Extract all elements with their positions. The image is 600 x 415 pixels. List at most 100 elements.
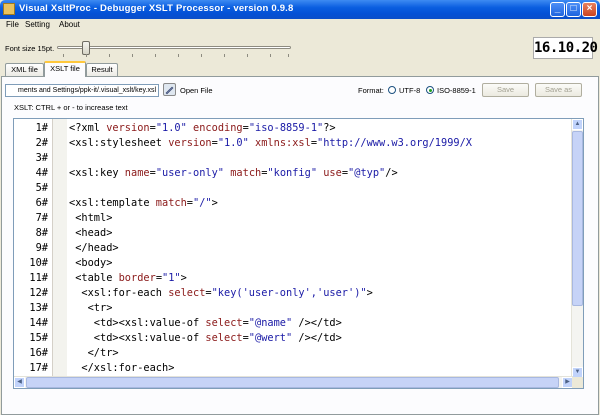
menu-file[interactable]: File [6, 20, 19, 29]
hint-text: XSLT: CTRL + or - to increase text [14, 103, 128, 112]
minimize-button[interactable]: _ [550, 2, 565, 17]
scrollbar-corner [572, 377, 583, 388]
save-as-button[interactable]: Save as [535, 83, 582, 97]
line-number: 7# [35, 212, 48, 224]
code-token: "iso-8859-1" [248, 122, 324, 134]
code-line: <?xml version="1.0" encoding="iso-8859-1… [69, 121, 336, 136]
code-token: match [155, 197, 187, 209]
title-bar[interactable]: Visual XsltProc - Debugger XSLT Processo… [0, 0, 600, 19]
line-number: 8# [35, 227, 48, 239]
iso-8859-1-radio[interactable] [426, 86, 434, 94]
vertical-scroll-thumb[interactable] [572, 131, 583, 306]
code-token: "konfig" [267, 167, 318, 179]
code-token: <xsl:template [69, 197, 156, 209]
code-token: xmlns:xsl [255, 137, 311, 149]
slider-ticks [63, 54, 289, 58]
code-token: /></td> [292, 332, 342, 344]
horizontal-scrollbar[interactable]: ◀ ▶ [14, 376, 573, 388]
app-icon [3, 3, 15, 15]
code-token: "@name" [248, 317, 293, 329]
code-token: version [168, 137, 212, 149]
line-number-gutter: 1# 2# 3# 4# 5# 6# 7# 8# 9# 10# 11# 12# 13# 14# 15# 16# 1… [14, 119, 54, 388]
open-file-icon[interactable] [163, 83, 176, 96]
code-line: <html> [69, 211, 112, 226]
code-token: border [118, 272, 156, 284]
code-token: "user-only" [155, 167, 225, 179]
code-token: "1.0" [217, 137, 249, 149]
line-number: 6# [35, 197, 48, 209]
code-token: name [124, 167, 150, 179]
font-size-slider[interactable] [57, 46, 291, 49]
code-line: <xsl:for-each select="key('user-only','u… [69, 286, 373, 301]
clock-display: 16.10.20 [533, 37, 598, 59]
menu-about[interactable]: About [59, 20, 80, 29]
code-token: <xsl:for-each [69, 287, 169, 299]
menu-setting[interactable]: Setting [25, 20, 50, 29]
save-button[interactable]: Save [482, 83, 529, 97]
font-size-slider-thumb[interactable] [82, 41, 90, 55]
horizontal-scroll-thumb[interactable] [26, 377, 559, 388]
line-number: 3# [35, 152, 48, 164]
maximize-icon: □ [570, 3, 577, 14]
xslt-editor[interactable]: 1# 2# 3# 4# 5# 6# 7# 8# 9# 10# 11# 12# 13# 14# 15# 16# 1… [13, 118, 584, 389]
format-label: Format: [358, 86, 384, 95]
tab-xml-file[interactable]: XML file [5, 63, 44, 76]
code-token: "key('user-only','user')" [211, 287, 367, 299]
maximize-button[interactable]: □ [566, 2, 581, 17]
code-token: match [230, 167, 262, 179]
utf8-radio-label[interactable]: UTF-8 [399, 86, 420, 95]
code-line: <head> [69, 226, 112, 241]
code-token: > [180, 272, 187, 284]
utf8-radio[interactable] [388, 86, 396, 94]
iso-8859-1-radio-label[interactable]: ISO-8859-1 [437, 86, 476, 95]
code-line: <xsl:template match="/"> [69, 196, 218, 211]
code-token: <html> [69, 212, 113, 224]
vertical-scrollbar[interactable]: ▲ ▼ [571, 119, 583, 378]
close-button[interactable]: × [582, 2, 597, 17]
tab-result[interactable]: Result [86, 63, 118, 76]
code-line: <body> [69, 256, 112, 271]
code-token: </head> [69, 242, 119, 254]
code-token: "1" [162, 272, 181, 284]
line-number: 15# [29, 332, 48, 344]
line-number: 17# [29, 362, 48, 374]
code-line: <tr> [69, 301, 113, 316]
minimize-icon: _ [554, 3, 561, 14]
tab-xslt-file[interactable]: XSLT file [44, 61, 86, 77]
scroll-left-icon[interactable]: ◀ [14, 377, 25, 388]
pencil-icon [165, 86, 174, 95]
line-number: 9# [35, 242, 48, 254]
code-line: </tr> [69, 346, 119, 361]
file-path-input[interactable]: ments and Settings/ppk-it/.visual_xslt/k… [5, 84, 159, 97]
code-token: select [205, 317, 243, 329]
code-token: <td><xsl:value-of [69, 332, 206, 344]
code-token: encoding [193, 122, 243, 134]
code-token: /> [385, 167, 398, 179]
code-token: <td><xsl:value-of [69, 317, 206, 329]
line-number: 11# [29, 272, 48, 284]
code-token: > [211, 197, 218, 209]
code-token: <body> [69, 257, 113, 269]
line-number: 14# [29, 317, 48, 329]
code-token: "1.0" [155, 122, 187, 134]
code-line: <xsl:stylesheet version="1.0" xmlns:xsl=… [69, 136, 472, 151]
code-token: version [106, 122, 150, 134]
line-number: 12# [29, 287, 48, 299]
open-file-label[interactable]: Open File [180, 86, 213, 95]
code-line: <td><xsl:value-of select="@name" /></td> [69, 316, 342, 331]
code-token: use [323, 167, 342, 179]
code-token: select [205, 332, 243, 344]
code-token: ?> [323, 122, 336, 134]
menu-bar: File Setting About [0, 19, 600, 32]
code-token: <?xml [69, 122, 107, 134]
gutter-margin [52, 119, 67, 388]
scroll-up-icon[interactable]: ▲ [572, 119, 583, 130]
code-token: "/" [193, 197, 212, 209]
line-number: 13# [29, 302, 48, 314]
font-size-label: Font size 15pt. [5, 44, 55, 53]
code-token: > [366, 287, 373, 299]
code-token: </xsl:for-each> [69, 362, 175, 374]
code-line: <xsl:key name="user-only" match="konfig"… [69, 166, 398, 181]
code-token: <tr> [69, 302, 113, 314]
code-token: "@typ" [348, 167, 386, 179]
